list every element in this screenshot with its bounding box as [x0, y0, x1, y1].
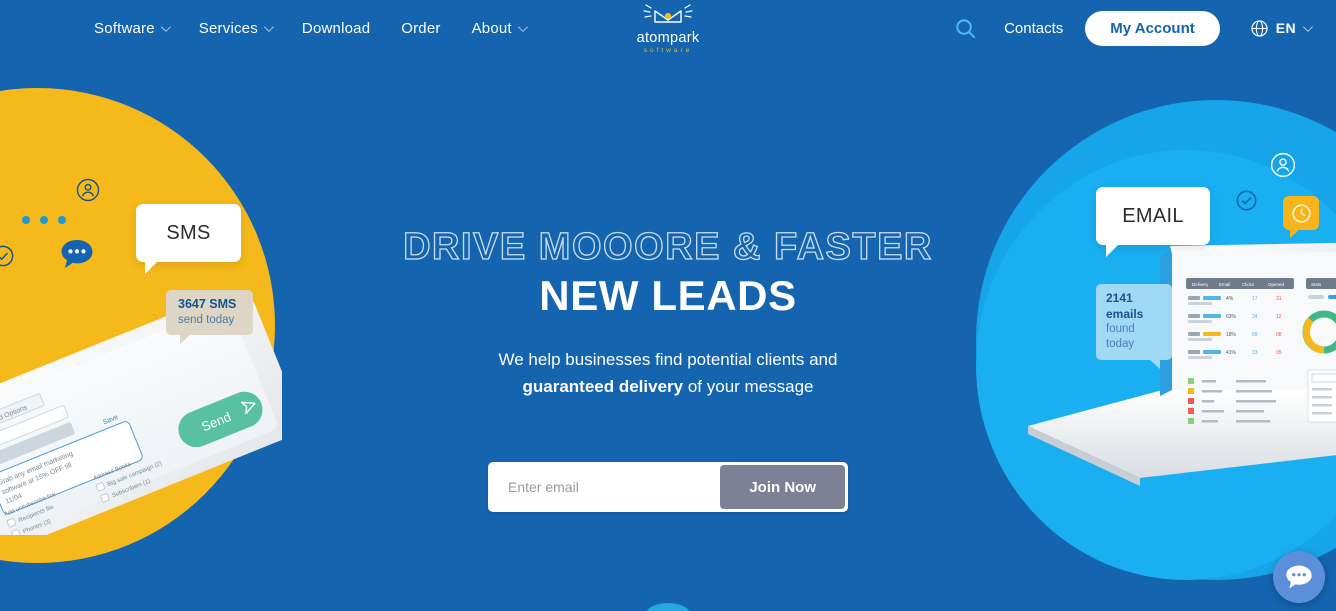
- check-circle-icon: [0, 245, 14, 272]
- svg-text:12: 12: [1276, 314, 1282, 320]
- email-stat-caption: found today: [1106, 323, 1135, 351]
- search-icon[interactable]: [948, 11, 982, 45]
- logo-tagline: software: [643, 46, 693, 54]
- svg-text:05: 05: [1276, 350, 1282, 356]
- site-logo[interactable]: atompark software: [603, 4, 733, 54]
- svg-text:Email: Email: [1219, 282, 1230, 287]
- nav-label: Download: [301, 19, 371, 37]
- hero-subtitle: We help businesses find potential client…: [499, 346, 838, 400]
- svg-text:4%: 4%: [1226, 296, 1234, 302]
- clock-icon: [1291, 203, 1311, 223]
- header-actions: Contacts My Account EN: [948, 10, 1336, 46]
- subtitle-tail: of your message: [683, 377, 814, 397]
- subtitle-bold: guaranteed delivery: [522, 377, 684, 397]
- email-callout-bubble: EMAIL: [1096, 187, 1210, 257]
- subtitle-line-1: We help businesses find potential client…: [498, 349, 838, 369]
- svg-text:09: 09: [1252, 332, 1258, 338]
- logo-wordmark: atompark: [636, 30, 700, 46]
- badge-tail: [180, 334, 191, 344]
- sms-callout-bubble: SMS: [136, 204, 241, 274]
- svg-text:24: 24: [1252, 314, 1258, 320]
- svg-text:Delivery: Delivery: [1192, 282, 1209, 287]
- svg-text:Clicks: Clicks: [1242, 282, 1255, 287]
- chevron-down-icon: [160, 21, 171, 32]
- signup-form: Join Now: [488, 462, 848, 513]
- chevron-down-icon: [1302, 21, 1313, 32]
- typing-dots-icon: [22, 216, 66, 224]
- svg-text:31: 31: [1276, 296, 1282, 302]
- nav-item-software[interactable]: Software: [94, 19, 171, 37]
- hero-headline-solid: NEW LEADS: [539, 271, 797, 319]
- globe-icon: [1251, 19, 1268, 37]
- chevron-down-icon: [517, 21, 528, 32]
- email-stat-number: 2141 emails: [1106, 291, 1144, 321]
- chevron-down-icon: [263, 21, 274, 32]
- nav-label: Software: [94, 19, 155, 37]
- bubble-tail: [1106, 244, 1119, 257]
- email-stat-badge: 2141 emails found today: [1096, 284, 1172, 370]
- hero-headline-outline: DRIVE MOOORE & FASTER: [402, 226, 933, 268]
- nav-item-download[interactable]: Download: [302, 20, 370, 37]
- check-circle-icon: [1236, 190, 1257, 216]
- email-input[interactable]: [488, 462, 721, 513]
- chat-dots-icon: [60, 238, 94, 275]
- svg-text:33: 33: [1252, 350, 1258, 356]
- clock-icon-bubble: [1283, 196, 1319, 238]
- svg-text:17: 17: [1252, 296, 1258, 302]
- nav-label: Services: [198, 19, 258, 37]
- user-icon: [76, 178, 100, 207]
- sms-stat-caption: send today: [178, 313, 235, 326]
- site-header: Software Services Download Order About a…: [0, 0, 1336, 56]
- chat-bubble-icon: [1286, 565, 1312, 589]
- language-selector[interactable]: EN: [1250, 19, 1313, 38]
- landing-page: Advanced Options Grab any email marketin…: [0, 0, 1336, 611]
- svg-text:41%: 41%: [1226, 350, 1237, 356]
- join-now-button[interactable]: Join Now: [720, 465, 845, 510]
- chat-widget-button[interactable]: [1273, 551, 1325, 603]
- contacts-link[interactable]: Contacts: [1004, 20, 1063, 37]
- my-account-button[interactable]: My Account: [1085, 10, 1220, 46]
- user-icon: [1270, 152, 1296, 183]
- nav-label: Order: [401, 19, 441, 37]
- svg-text:08: 08: [1276, 332, 1282, 338]
- nav-label: About: [471, 19, 512, 37]
- sms-stat-badge: 3647 SMS send today: [166, 290, 253, 344]
- svg-text:63%: 63%: [1226, 314, 1237, 320]
- envelope-icon: [643, 4, 693, 23]
- bottom-accent-decor: [646, 603, 690, 611]
- nav-item-about[interactable]: About: [471, 19, 528, 37]
- sms-stat-number: 3647 SMS: [178, 297, 237, 311]
- bubble-tail: [145, 261, 158, 274]
- svg-text:18%: 18%: [1226, 332, 1237, 338]
- svg-text:Stats: Stats: [1311, 282, 1322, 287]
- bubble-tail: [1290, 229, 1300, 238]
- language-code: EN: [1275, 20, 1296, 36]
- nav-item-order[interactable]: Order: [401, 20, 440, 37]
- phone-mockup: Advanced Options Grab any email marketin…: [0, 300, 282, 535]
- laptop-mockup: Delivery Email Clicks Opened 4% 17 31 63% …: [1028, 242, 1336, 486]
- badge-tail: [1149, 359, 1160, 370]
- sms-callout-label: SMS: [166, 221, 211, 244]
- email-callout-label: EMAIL: [1122, 204, 1184, 227]
- main-navigation: Software Services Download Order About: [94, 19, 528, 37]
- svg-text:Opened: Opened: [1268, 282, 1285, 287]
- nav-item-services[interactable]: Services: [198, 19, 274, 37]
